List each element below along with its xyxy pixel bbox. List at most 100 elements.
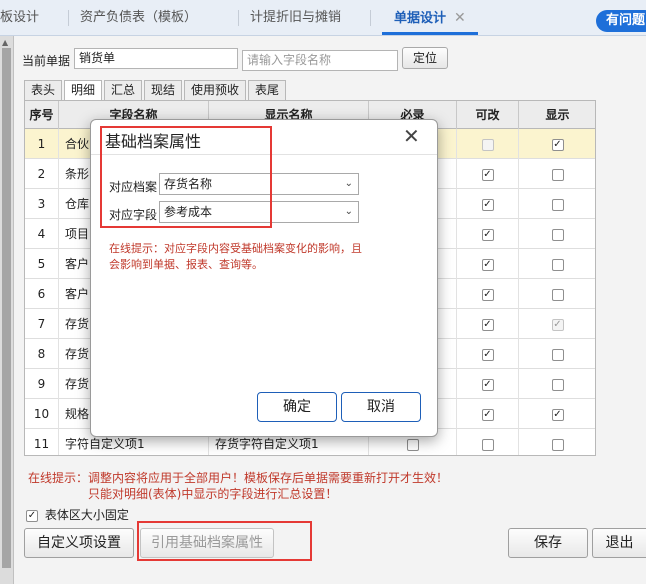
- dialog-divider: [91, 154, 437, 155]
- current-bill-input[interactable]: 销货单: [74, 48, 238, 69]
- checkbox[interactable]: ✓: [551, 138, 564, 151]
- tab-template-design[interactable]: 板设计: [0, 0, 39, 36]
- row-editable: [457, 129, 519, 159]
- checkbox[interactable]: [481, 438, 494, 451]
- tab-depreciation[interactable]: 计提折旧与摊销: [250, 0, 341, 36]
- locate-button[interactable]: 定位: [402, 47, 448, 69]
- dialog-hint-line1: 在线提示：对应字段内容受基础档案变化的影响，且: [109, 242, 362, 255]
- row-visible: [519, 189, 595, 219]
- row-visible: [519, 249, 595, 279]
- ok-button[interactable]: 确定: [257, 392, 337, 422]
- row-no: 4: [25, 219, 59, 249]
- save-button[interactable]: 保存: [508, 528, 588, 558]
- checkbox[interactable]: ✓: [481, 198, 494, 211]
- row-no: 1: [25, 129, 59, 159]
- row-field-name-text: 存货: [65, 377, 90, 391]
- top-tab-bar: 板设计 资产负债表（模板） 计提折旧与摊销 单据设计 ✕ 有问题: [0, 0, 646, 36]
- subtab-cash[interactable]: 现结: [144, 80, 182, 100]
- row-visible: [519, 219, 595, 249]
- active-tab-indicator: [382, 32, 478, 35]
- row-no: 11: [25, 429, 59, 455]
- grid-right-area: [596, 100, 646, 456]
- scroll-up-icon[interactable]: ▲: [2, 38, 8, 47]
- checkbox[interactable]: ✓: [551, 318, 564, 331]
- row-field-name-text: 条形: [65, 167, 90, 181]
- dialog-close-icon[interactable]: ✕: [403, 124, 420, 148]
- checkbox[interactable]: ✓: [481, 168, 494, 181]
- checkbox[interactable]: [551, 168, 564, 181]
- checkbox[interactable]: ✓: [481, 348, 494, 361]
- fixed-size-checkbox[interactable]: ✓: [26, 509, 38, 522]
- row-field-name-text: 项目: [65, 227, 90, 241]
- row-no-text: 6: [37, 287, 46, 301]
- header-no: 序号: [25, 101, 59, 129]
- checkbox[interactable]: [551, 348, 564, 361]
- row-editable: ✓: [457, 309, 519, 339]
- checkbox[interactable]: ✓: [481, 288, 494, 301]
- row-no: 9: [25, 369, 59, 399]
- tab-bill-design[interactable]: 单据设计 ✕: [394, 0, 466, 36]
- checkbox[interactable]: [551, 258, 564, 271]
- checkbox[interactable]: [551, 288, 564, 301]
- row-display-name-text: 存货字符自定义项1: [215, 437, 319, 451]
- checkbox[interactable]: [406, 438, 419, 451]
- checkbox[interactable]: ✓: [481, 258, 494, 271]
- row-no: 5: [25, 249, 59, 279]
- subtab-prepay[interactable]: 使用预收: [184, 80, 246, 100]
- row-no-text: 1: [37, 137, 46, 151]
- row-no-text: 8: [37, 347, 46, 361]
- checkbox[interactable]: ✓: [551, 408, 564, 421]
- dialog-title: 基础档案属性: [105, 132, 202, 151]
- checkbox[interactable]: ✓: [481, 378, 494, 391]
- row-no: 2: [25, 159, 59, 189]
- tab-close-icon[interactable]: ✕: [454, 10, 466, 26]
- row-no: 7: [25, 309, 59, 339]
- checkbox[interactable]: ✓: [481, 408, 494, 421]
- archive-label: 对应档案: [109, 180, 158, 194]
- tab-separator: [370, 10, 371, 26]
- field-select[interactable]: 参考成本 ⌄: [159, 201, 359, 223]
- chevron-down-icon: ⌄: [344, 206, 353, 217]
- left-scrollbar[interactable]: ▲: [0, 36, 14, 584]
- help-button[interactable]: 有问题: [596, 10, 646, 32]
- checkbox[interactable]: ✓: [481, 228, 494, 241]
- scrollbar-thumb[interactable]: [2, 48, 11, 568]
- row-editable: ✓: [457, 279, 519, 309]
- subtab-detail[interactable]: 明细: [64, 80, 102, 101]
- chevron-down-icon: ⌄: [344, 178, 353, 189]
- row-no-text: 5: [37, 257, 46, 271]
- field-select-value: 参考成本: [164, 205, 213, 219]
- fixed-size-label: 表体区大小固定: [44, 508, 129, 522]
- custom-fields-button[interactable]: 自定义项设置: [24, 528, 134, 558]
- checkbox[interactable]: [551, 438, 564, 451]
- subtab-footer[interactable]: 表尾: [248, 80, 286, 100]
- archive-select[interactable]: 存货名称 ⌄: [159, 173, 359, 195]
- checkbox[interactable]: [551, 378, 564, 391]
- checkbox[interactable]: ✓: [481, 318, 494, 331]
- subtab-summary[interactable]: 汇总: [104, 80, 142, 100]
- checkbox[interactable]: [481, 138, 494, 151]
- row-visible: [519, 339, 595, 369]
- cancel-button[interactable]: 取消: [341, 392, 421, 422]
- row-no-text: 7: [37, 317, 46, 331]
- subtab-header[interactable]: 表头: [24, 80, 62, 100]
- row-visible: [519, 279, 595, 309]
- tab-bill-design-label: 单据设计: [394, 11, 447, 26]
- tab-separator: [68, 10, 69, 26]
- row-editable: ✓: [457, 159, 519, 189]
- row-no: 10: [25, 399, 59, 429]
- fixed-size-row[interactable]: ✓ 表体区大小固定: [26, 506, 129, 523]
- cite-archive-attr-button[interactable]: 引用基础档案属性: [140, 528, 274, 558]
- checkbox[interactable]: [551, 198, 564, 211]
- row-field-name-text: 仓库: [65, 197, 90, 211]
- row-visible: [519, 159, 595, 189]
- exit-button[interactable]: 退出: [592, 528, 646, 558]
- row-editable: ✓: [457, 339, 519, 369]
- checkbox[interactable]: [551, 228, 564, 241]
- field-search-input[interactable]: 请输入字段名称: [242, 50, 398, 71]
- row-field-name-text: 客户: [65, 257, 90, 271]
- row-no-text: 3: [37, 197, 46, 211]
- header-visible: 显示: [519, 101, 595, 129]
- tab-balance-sheet[interactable]: 资产负债表（模板）: [80, 0, 197, 36]
- row-field-name-text: 存货: [65, 317, 90, 331]
